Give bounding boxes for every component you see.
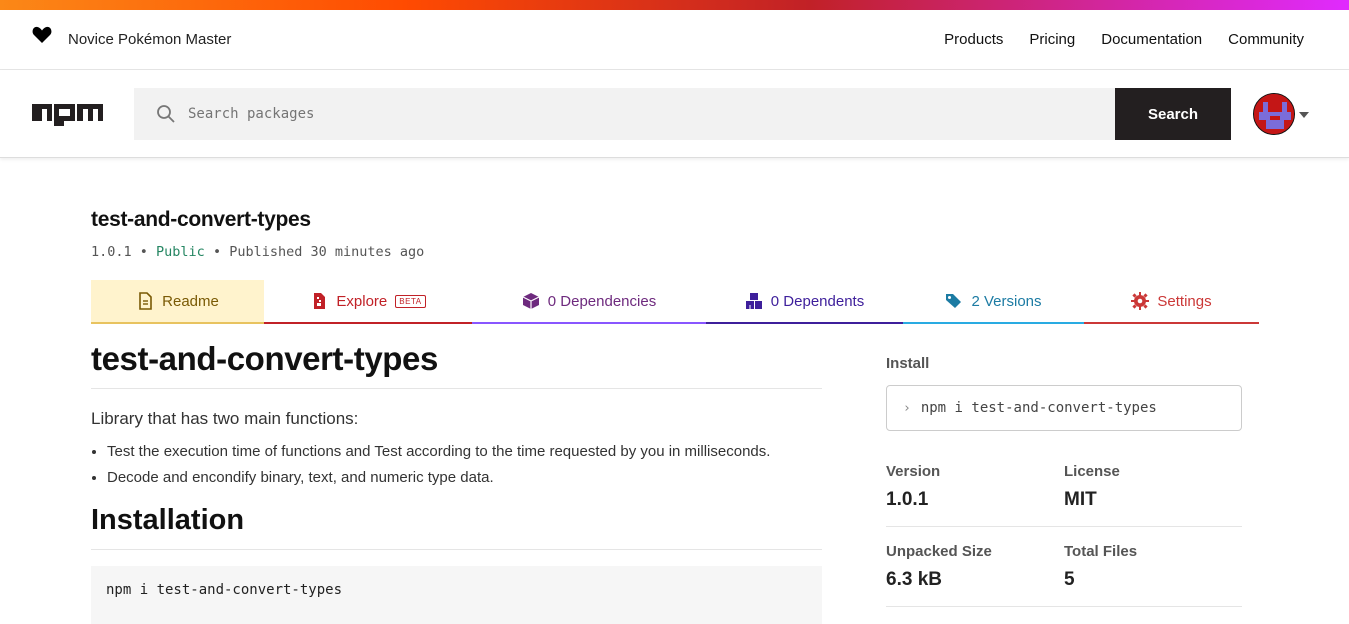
readme-intro: Library that has two main functions:: [91, 409, 359, 428]
tags-icon: [946, 294, 962, 308]
beta-badge: BETA: [395, 294, 426, 308]
heart-icon[interactable]: [32, 26, 52, 44]
gear-icon: [1131, 292, 1150, 310]
total-files-value: 5: [1064, 569, 1075, 590]
install-label: Install: [886, 355, 930, 372]
search-box: [134, 88, 1116, 140]
top-navbar: Novice Pokémon Master Products Pricing D…: [0, 10, 1349, 70]
nav-community[interactable]: Community: [1228, 31, 1304, 48]
chevron-right-icon: ›: [903, 400, 911, 416]
tab-settings-label: Settings: [1157, 292, 1212, 310]
stat-version: Version 1.0.1: [886, 463, 1064, 511]
tab-dependencies[interactable]: 0 Dependencies: [472, 280, 706, 324]
package-version: 1.0.1: [91, 244, 132, 260]
license-label: License: [1064, 463, 1120, 480]
explore-icon: [314, 293, 326, 309]
tab-explore[interactable]: Explore BETA: [264, 280, 472, 324]
readme-content: test-and-convert-types Library that has …: [91, 340, 822, 624]
readme-bullets: Test the execution time of functions and…: [91, 443, 822, 486]
package-meta: 1.0.1 • Public • Published 30 minutes ag…: [91, 244, 425, 260]
version-label: Version: [886, 463, 941, 480]
installation-heading: Installation: [91, 504, 822, 550]
npm-logo[interactable]: [32, 104, 103, 126]
install-command-box[interactable]: › npm i test-and-convert-types: [886, 385, 1242, 431]
unpacked-size-label: Unpacked Size: [886, 543, 992, 560]
stats-row: Version 1.0.1 License MIT: [886, 447, 1242, 527]
tab-versions[interactable]: 2 Versions: [903, 280, 1084, 324]
total-files-label: Total Files: [1064, 543, 1138, 560]
brand-gradient-bar: [0, 0, 1349, 10]
tab-dependents[interactable]: 0 Dependents: [706, 280, 903, 324]
package-sidebar: Install › npm i test-and-convert-types V…: [886, 355, 1242, 607]
tagline: Novice Pokémon Master: [68, 31, 232, 48]
package-published: Published 30 minutes ago: [229, 244, 425, 260]
tab-versions-label: 2 Versions: [971, 292, 1042, 310]
search-input[interactable]: [188, 88, 1088, 140]
package-tabs: Readme Explore BETA 0 Dependencies 0 Dep…: [91, 280, 1259, 324]
version-value: 1.0.1: [886, 489, 929, 510]
top-nav: Products Pricing Documentation Community: [944, 31, 1304, 48]
nav-documentation[interactable]: Documentation: [1101, 31, 1202, 48]
list-item: Decode and encondify binary, text, and n…: [107, 469, 822, 486]
tab-readme[interactable]: Readme: [91, 280, 264, 324]
search-icon: [157, 105, 175, 123]
package-header: test-and-convert-types 1.0.1 • Public • …: [91, 208, 424, 260]
package-visibility: Public: [156, 244, 205, 260]
stats-row: Unpacked Size 6.3 kB Total Files 5: [886, 527, 1242, 607]
tab-dependents-label: 0 Dependents: [770, 292, 865, 310]
unpacked-size-value: 6.3 kB: [886, 569, 942, 590]
nav-products[interactable]: Products: [944, 31, 1003, 48]
install-command: npm i test-and-convert-types: [920, 400, 1157, 416]
install-code-block: npm i test-and-convert-types: [91, 566, 822, 624]
file-icon: [139, 292, 152, 310]
stat-license: License MIT: [1064, 463, 1242, 511]
stat-total-files: Total Files 5: [1064, 543, 1242, 591]
license-value: MIT: [1064, 489, 1097, 510]
tab-settings[interactable]: Settings: [1084, 280, 1259, 324]
box-icon: [522, 293, 540, 309]
search-header: Search: [0, 70, 1349, 158]
boxes-icon: [745, 293, 762, 309]
stat-unpacked-size: Unpacked Size 6.3 kB: [886, 543, 1064, 591]
package-name: test-and-convert-types: [91, 208, 311, 231]
nav-pricing[interactable]: Pricing: [1029, 31, 1075, 48]
tab-dependencies-label: 0 Dependencies: [547, 292, 657, 310]
tab-readme-label: Readme: [162, 292, 219, 310]
tab-explore-label: Explore: [336, 292, 388, 310]
readme-title: test-and-convert-types: [91, 340, 822, 389]
avatar[interactable]: [1253, 93, 1295, 135]
list-item: Test the execution time of functions and…: [107, 443, 822, 460]
search-button[interactable]: Search: [1115, 88, 1231, 140]
chevron-down-icon[interactable]: [1299, 112, 1309, 118]
